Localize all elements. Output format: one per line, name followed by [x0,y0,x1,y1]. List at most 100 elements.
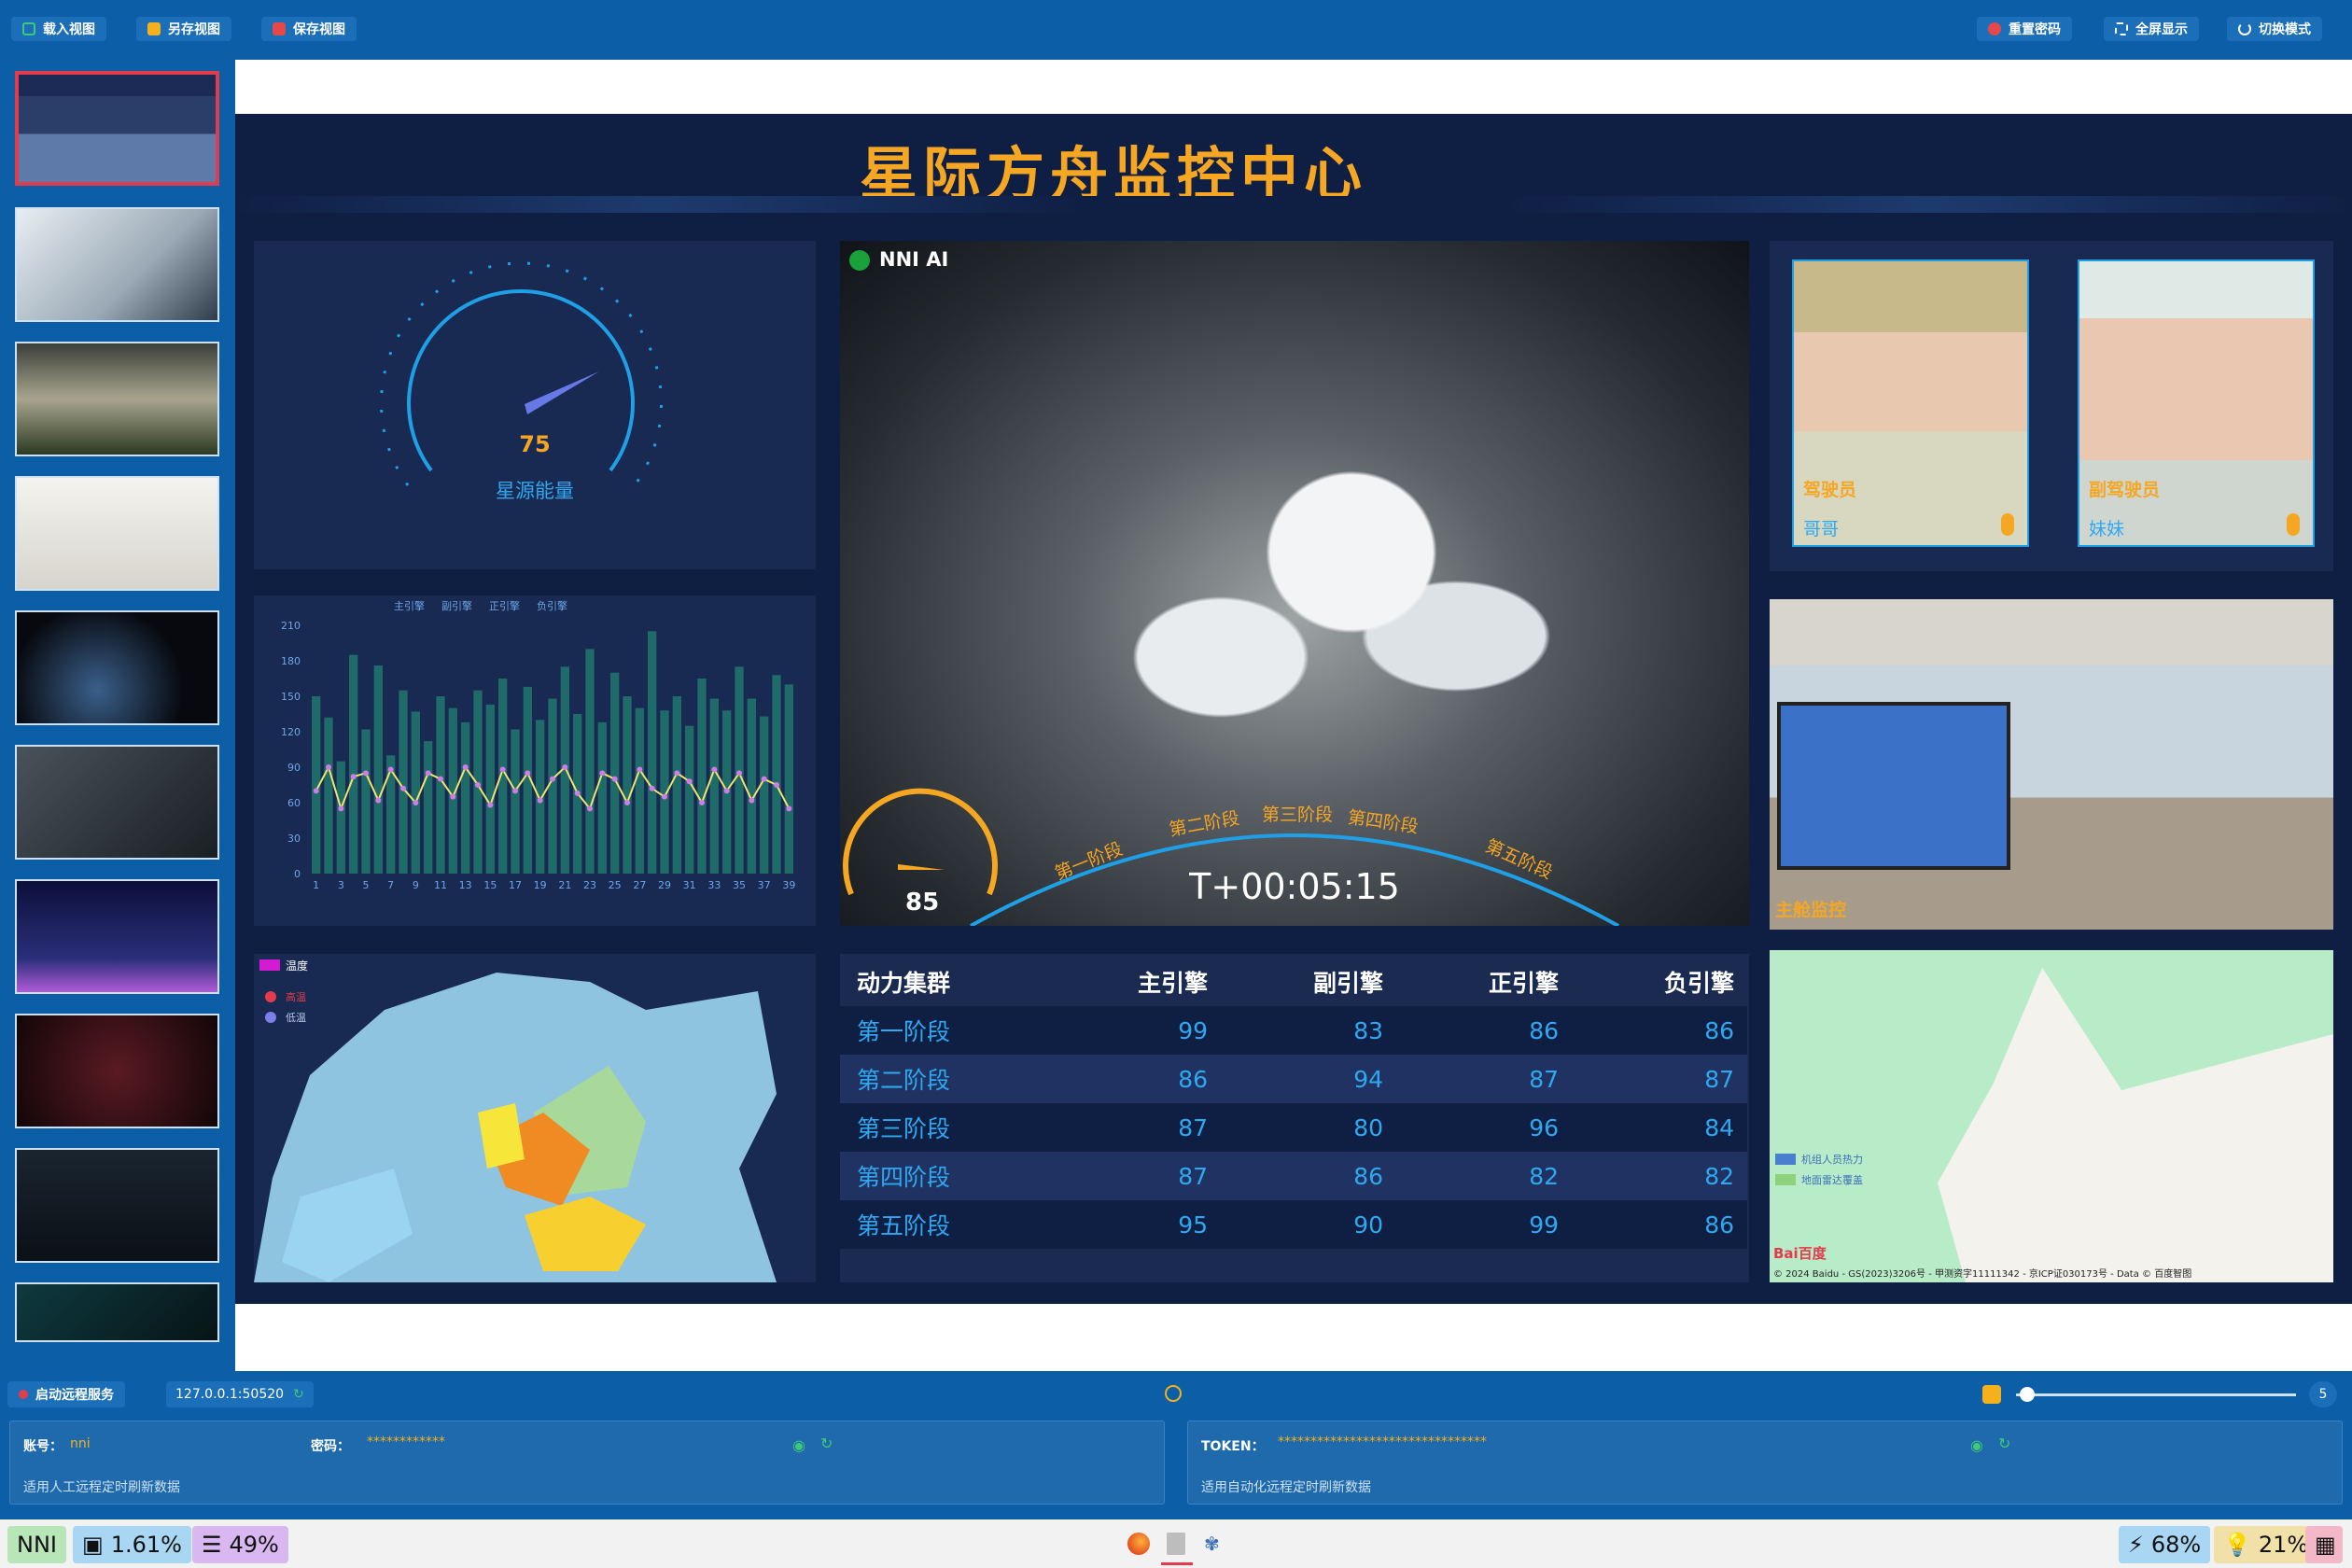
eye-icon[interactable]: ◉ [792,1436,805,1454]
bar [648,631,657,874]
pilot-card[interactable]: 驾驶员 哥哥 [1792,259,2029,547]
bar [424,741,433,874]
table-row: 第四阶段 87 86 82 82 [840,1152,1747,1200]
line-point [574,790,581,796]
legend-neg: 负引擎 [537,600,567,612]
lock-icon [1988,22,2001,35]
password-label: 密码： [311,1439,350,1454]
x-tick-label: 39 [782,879,795,891]
thumb-teal-device[interactable] [15,1282,219,1342]
line-point [363,770,369,777]
table-row: 第二阶段 86 94 87 87 [840,1055,1747,1103]
line-point [487,802,494,808]
battery-pill[interactable]: ⚡ 68% [2119,1526,2211,1563]
bar [485,704,495,874]
line-point [400,785,406,791]
load-view-button[interactable]: 载入视图 [11,17,106,41]
video-panel: NNI AI 85 第一阶段 第二阶段 第三阶段 第四阶段 第五阶段 T+00:… [840,241,1749,926]
target-icon[interactable] [1165,1385,1182,1402]
thumb-keyboard-glow[interactable] [15,610,219,725]
address-display: 127.0.0.1:50520 ↻ [166,1381,314,1407]
x-tick-label: 13 [459,879,472,891]
thumb-night-city[interactable] [15,879,219,994]
memory-pill[interactable]: ☰ 49% [192,1526,288,1563]
thumb-dashboard[interactable] [15,71,219,186]
line-point [649,785,655,791]
gauge-needle [525,371,599,414]
refresh-icon[interactable]: ↻ [820,1435,833,1452]
x-tick-label: 35 [733,879,746,891]
copilot-role: 副驾驶员 [2089,480,2161,500]
slider-knob[interactable] [2020,1387,2035,1402]
refresh-interval-slider[interactable] [2016,1393,2296,1396]
region-map [254,973,777,1282]
pilot-name: 哥哥 [1803,519,1840,539]
y-tick-label: 120 [281,726,301,738]
eye-icon[interactable]: ◉ [1970,1436,1983,1454]
line-point [425,770,431,777]
map-copyright: © 2024 Baidu - GS(2023)3206号 - 甲测资字11111… [1773,1269,2192,1280]
token-value[interactable]: ******************************** [1278,1435,1487,1449]
account-value[interactable]: nni [70,1436,91,1451]
refresh-icon[interactable]: ↻ [1998,1435,2010,1452]
slider-handle-icon[interactable] [1982,1385,2001,1404]
cabin-camera-label: 主舱监控 [1775,900,1847,920]
save-as-icon [147,22,161,35]
firefox-icon[interactable] [1127,1533,1150,1555]
y-tick-label: 210 [281,620,301,632]
brand-pill[interactable]: NNI [7,1526,66,1563]
copilot-card[interactable]: 副驾驶员 妹妹 [2078,259,2315,547]
bar [747,698,756,874]
switch-mode-button[interactable]: 切换模式 [2227,17,2322,41]
x-tick-label: 27 [633,879,646,891]
table-row: 第一阶段 99 83 86 86 [840,1006,1747,1055]
map-legend-a-swatch [1775,1154,1796,1165]
save-view-button[interactable]: 保存视图 [261,17,357,41]
password-value[interactable]: ************ [367,1435,445,1449]
thumb-miniature-city[interactable] [15,342,219,456]
line-point [550,776,555,782]
thumb-photo-wall[interactable] [15,476,219,591]
calendar-pill[interactable]: ▦ [2305,1526,2343,1563]
power-icon [19,1390,28,1399]
file-icon[interactable] [1167,1533,1185,1555]
legend-pos: 正引擎 [489,600,520,612]
manual-hint: 适用人工远程定时刷新数据 [23,1480,180,1495]
save-as-button[interactable]: 另存视图 [136,17,231,41]
bar [709,698,719,874]
x-tick-label: 1 [313,879,319,891]
plug-icon: ⚡ [2128,1532,2144,1558]
map-legend-b: 地面雷达覆盖 [1801,1174,1863,1186]
thumb-red-keyboard[interactable] [15,1014,219,1128]
thumb-hands-camera[interactable] [15,207,219,322]
brightness-pill[interactable]: 💡 21% [2214,1526,2318,1563]
y-tick-label: 0 [294,868,301,880]
y-tick-label: 180 [281,655,301,667]
bar [349,654,358,874]
y-tick-label: 90 [287,762,301,774]
bar [772,675,781,874]
baidu-map-panel[interactable]: 机组人员热力 地面雷达覆盖 Bai百度 © 2024 Baidu - GS(20… [1770,950,2333,1282]
bar [735,666,744,874]
line-point [525,770,531,777]
x-tick-label: 19 [534,879,547,891]
reset-password-button[interactable]: 重置密码 [1977,17,2072,41]
auto-hint: 适用自动化远程定时刷新数据 [1201,1480,1371,1495]
fullscreen-button[interactable]: 全屏显示 [2104,17,2199,41]
app-icon[interactable]: ✾ [1204,1533,1223,1555]
cabin-camera-panel[interactable]: 主舱监控 [1770,599,2333,930]
map-legend-a: 高温 [286,991,306,1003]
refresh-icon[interactable]: ↻ [293,1387,304,1402]
x-tick-label: 37 [758,879,771,891]
bar [361,729,371,874]
microphone-icon [2001,513,2014,536]
thumb-dark-hand[interactable] [15,745,219,860]
start-remote-button[interactable]: 启动远程服务 [7,1381,125,1407]
cpu-pill[interactable]: ▣ 1.61% [73,1526,191,1563]
microphone-icon [2287,513,2300,536]
auto-remote-box: TOKEN： ******************************** … [1187,1421,2343,1505]
bar [548,698,557,874]
map-legend-a: 机组人员热力 [1801,1154,1863,1166]
thumb-laptop-code[interactable] [15,1148,219,1263]
engine-chart-panel: 主引擎 副引擎 正引擎 负引擎 0 30 60 90 120 150 180 210 1 3 5 7 9… [254,595,816,926]
